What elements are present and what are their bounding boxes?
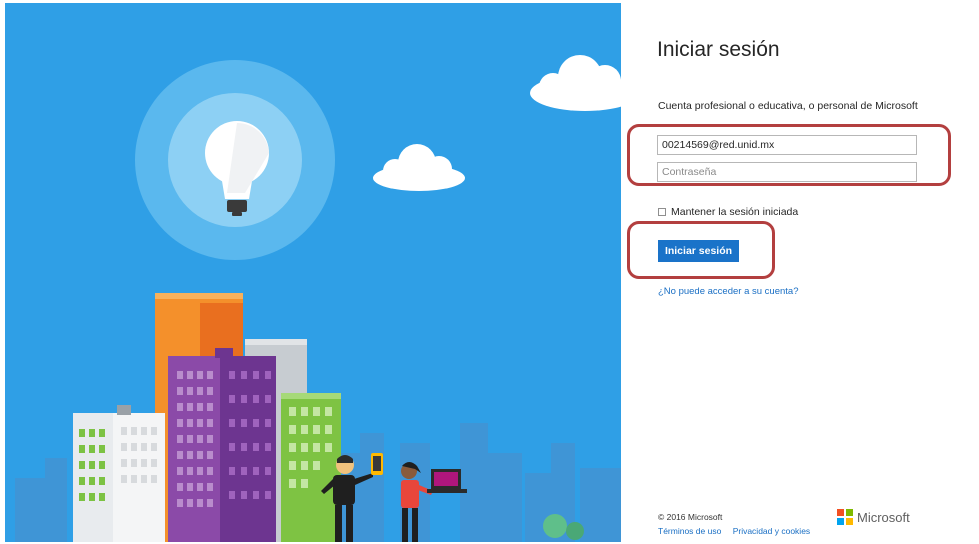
microsoft-wordmark: Microsoft [857,509,910,525]
copyright-text: © 2016 Microsoft [658,512,723,522]
green-building [281,393,341,542]
white-buildings [73,405,165,542]
privacy-link[interactable]: Privacidad y cookies [733,526,810,536]
keep-signed-in-row[interactable]: Mantener la sesión iniciada [658,205,798,219]
purple-building [168,348,276,542]
hero-illustration [5,3,621,542]
cant-access-account-link[interactable]: ¿No puede acceder a su cuenta? [658,286,798,297]
checkbox-icon[interactable] [658,208,666,216]
signin-panel: Iniciar sesión Cuenta profesional o educ… [621,0,979,544]
microsoft-logo: Microsoft [837,509,910,525]
city-scene [5,3,621,542]
footer-links: Términos de uso Privacidad y cookies [658,526,819,536]
terms-link[interactable]: Términos de uso [658,526,721,536]
account-type-description: Cuenta profesional o educativa, o person… [658,100,918,112]
annotation-highlight-signin-button [627,221,775,279]
keep-signed-in-label: Mantener la sesión iniciada [671,206,799,218]
page-title: Iniciar sesión [657,38,780,61]
annotation-highlight-credentials [627,124,951,186]
microsoft-logo-icon [837,509,853,525]
lightbulb-icon [135,60,335,260]
